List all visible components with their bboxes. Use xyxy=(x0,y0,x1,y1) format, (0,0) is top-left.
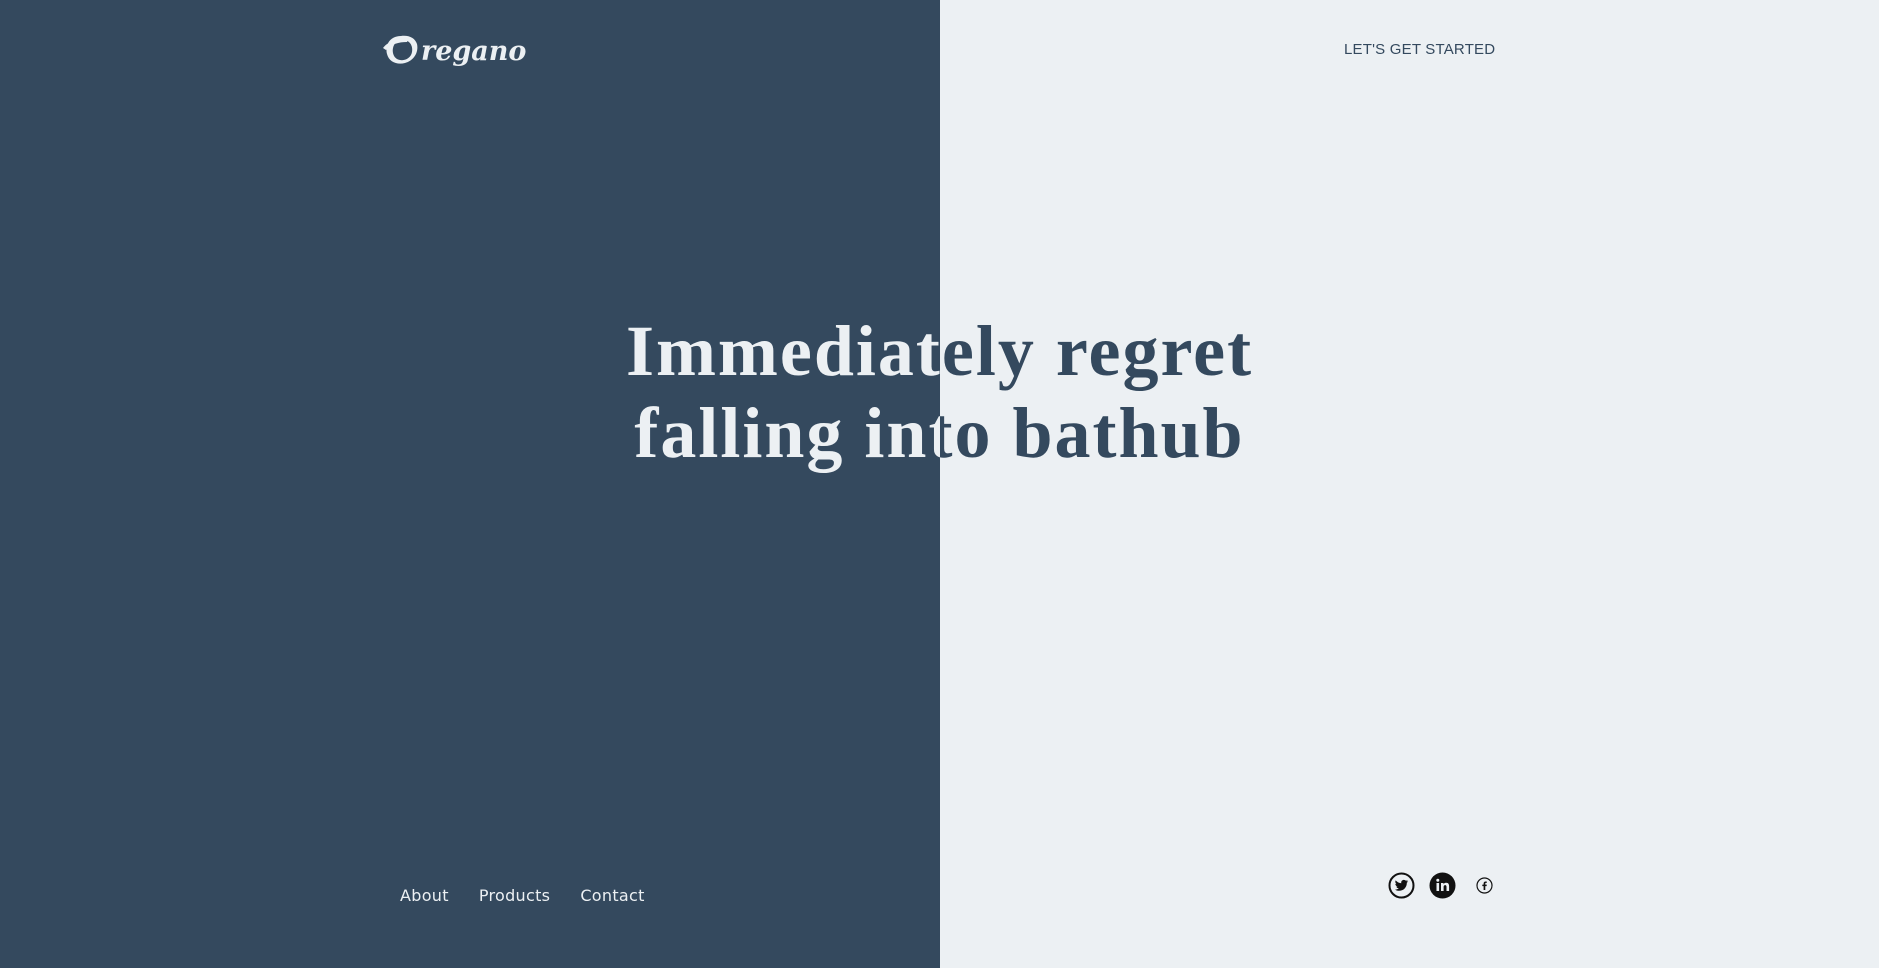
linkedin-icon xyxy=(1429,872,1456,899)
right-panel xyxy=(940,0,1879,968)
products-link[interactable]: Products xyxy=(479,886,551,905)
logo-text: regano xyxy=(421,36,526,67)
contact-link[interactable]: Contact xyxy=(580,886,644,905)
logo-wordmark: regano xyxy=(383,35,526,67)
footer-nav: About Products Contact xyxy=(400,886,645,905)
twitter-link[interactable] xyxy=(1388,872,1415,899)
hero: Immediately regret falling into bathub I… xyxy=(0,310,1879,480)
facebook-icon xyxy=(1476,877,1493,894)
get-started-link[interactable]: LET'S GET STARTED xyxy=(1344,41,1495,58)
social-links xyxy=(1388,872,1493,899)
linkedin-link[interactable] xyxy=(1429,872,1456,899)
left-panel xyxy=(0,0,940,968)
facebook-link[interactable] xyxy=(1476,877,1493,894)
twitter-icon xyxy=(1388,872,1415,899)
about-link[interactable]: About xyxy=(400,886,449,905)
oregano-logo[interactable]: regano xyxy=(383,30,528,70)
